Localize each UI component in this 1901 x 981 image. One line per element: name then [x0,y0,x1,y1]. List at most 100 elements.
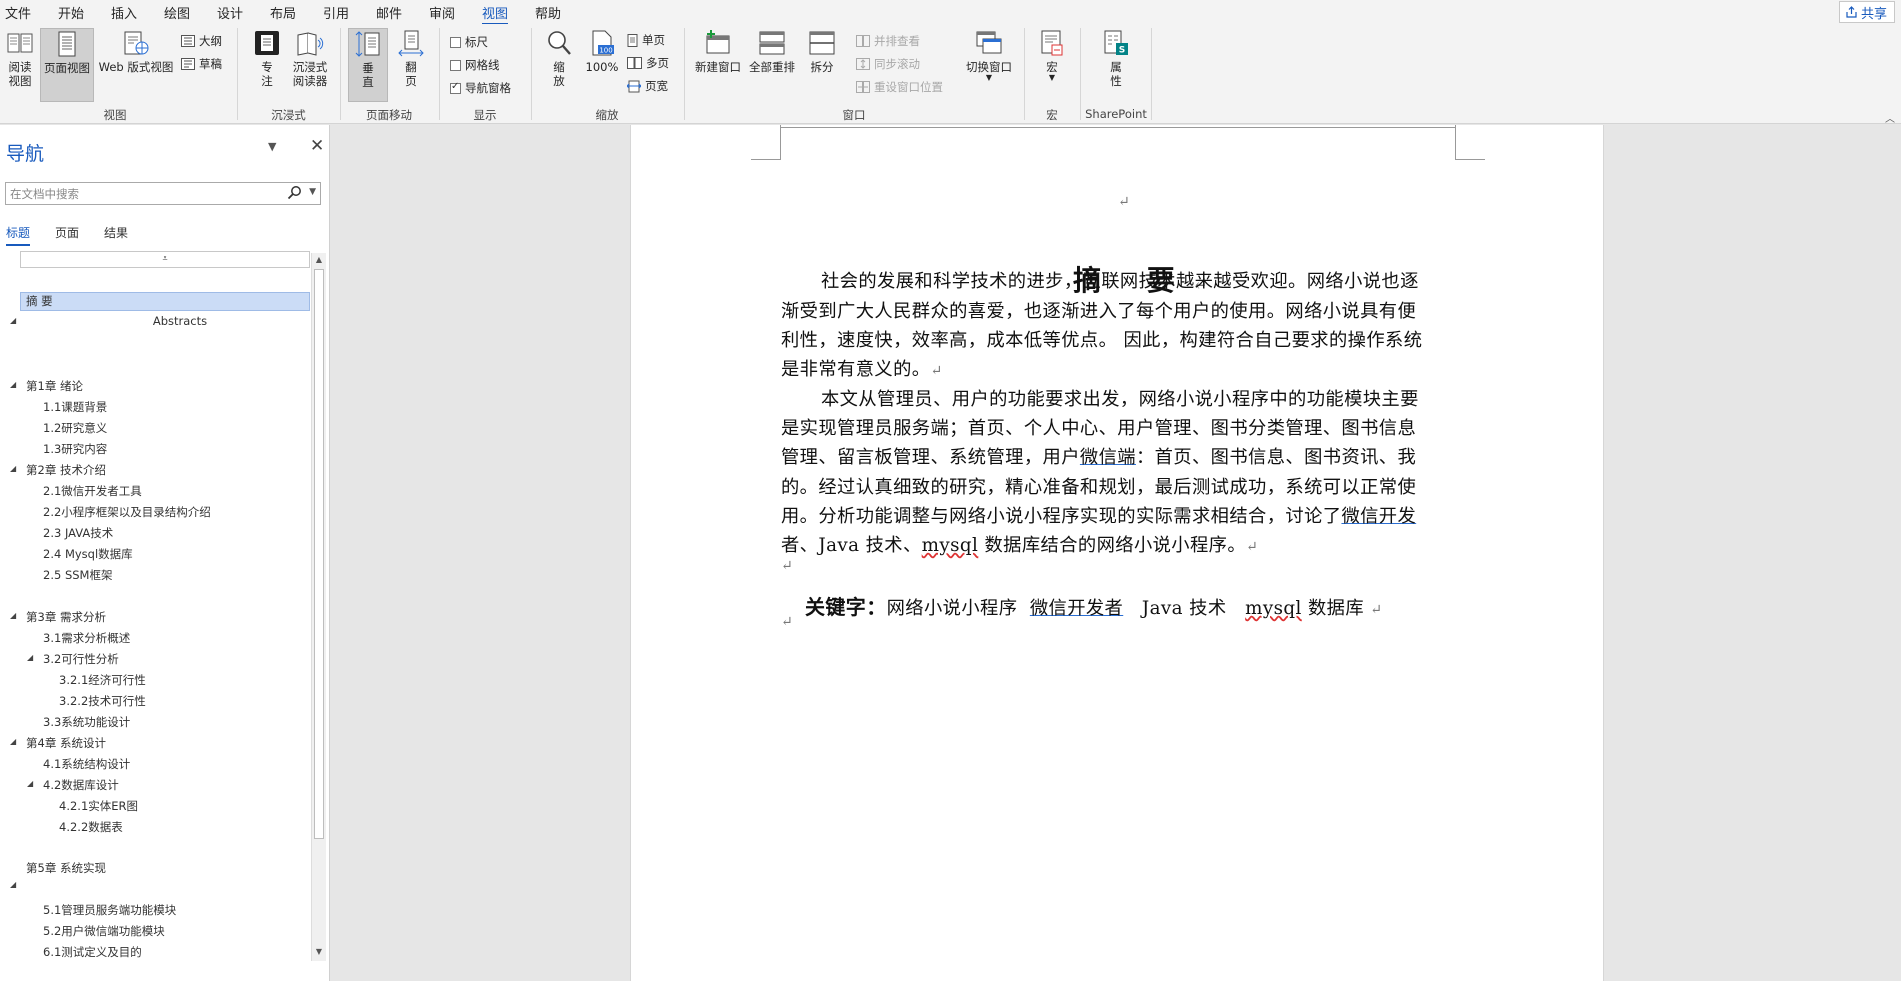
expand-triangle-icon[interactable]: ◢ [10,316,16,325]
expand-triangle-icon[interactable]: ◢ [10,611,16,620]
nav-options-icon[interactable]: ▼ [268,140,276,153]
nav-tab-results[interactable]: 结果 [104,224,128,241]
scroll-thumb[interactable] [314,269,324,839]
draft-button[interactable]: 草稿 [181,56,222,72]
collapse-ribbon-icon[interactable]: ︿ [1885,110,1895,125]
tab-home[interactable]: 开始 [58,3,84,22]
reset-window-position-button[interactable]: 重设窗口位置 [856,79,943,95]
para2-line4[interactable]: 的。经过认真细致的研究，精心准备和规划，最后测试成功，系统可以正常使 [781,473,1416,499]
side-by-side-button[interactable]: 并排查看 [856,33,920,49]
multi-page-button[interactable]: 多页 [627,55,669,71]
nav-heading-item[interactable]: 第4章 系统设计 [26,735,106,751]
tab-draw[interactable]: 绘图 [164,3,190,22]
web-layout-button[interactable]: Web 版式视图 [96,28,176,102]
split-button[interactable]: 拆分 [800,28,844,102]
one-page-button[interactable]: 单页 [627,32,665,48]
tab-help[interactable]: 帮助 [535,3,561,22]
scroll-down-icon[interactable]: ▼ [314,947,324,959]
nav-tab-headings[interactable]: 标题 [6,224,31,246]
nav-heading-item[interactable]: 5.1管理员服务端功能模块 [43,902,176,918]
nav-pane-checkbox[interactable]: 导航窗格 [450,80,511,96]
nav-heading-item[interactable]: Abstracts [0,314,320,328]
keywords-line[interactable]: 关键字：网络小说小程序 微信开发者 Java 技术 mysql 数据库 ↵ [805,591,1382,620]
zoom-button[interactable]: 缩 放 [540,28,578,102]
nav-heading-item[interactable]: 3.1需求分析概述 [43,630,130,646]
nav-heading-item[interactable]: 第1章 绪论 [26,378,83,394]
nav-heading-item[interactable]: 5.2用户微信端功能模块 [43,923,165,939]
document-page[interactable]: ↵ 摘 要↵ 社会的发展和科学技术的进步，互联网技术越来越受欢迎。网络小说也逐 … [630,125,1604,981]
tab-layout[interactable]: 布局 [270,3,296,22]
para1-line3[interactable]: 利性，速度快，效率高，成本低等优点。 因此，构建符合自己要求的操作系统 [781,326,1422,352]
nav-heading-item[interactable]: 4.1系统结构设计 [43,756,130,772]
nav-heading-item[interactable]: 3.2.2技术可行性 [59,693,146,709]
expand-triangle-icon[interactable]: ◢ [10,380,16,389]
nav-heading-item[interactable]: 3.2可行性分析 [43,651,119,667]
gridlines-check[interactable] [450,59,461,71]
tab-insert[interactable]: 插入 [111,3,137,22]
nav-heading-item[interactable]: 4.2.2数据表 [59,819,123,835]
macros-button[interactable]: 宏 ▼ [1032,28,1072,104]
properties-button[interactable]: S 属 性 [1096,28,1136,102]
nav-heading-item[interactable]: 摘 要 [20,292,310,311]
tab-view[interactable]: 视图 [482,3,509,26]
tab-mailings[interactable]: 邮件 [376,3,402,22]
nav-heading-item[interactable]: 1.3研究内容 [43,441,107,457]
nav-heading-item[interactable]: 2.5 SSM框架 [43,567,112,583]
expand-triangle-icon[interactable]: ◢ [10,737,16,746]
page-width-button[interactable]: 页宽 [627,78,668,94]
para2-line5[interactable]: 用。分析功能调整与网络小说小程序实现的实际需求相结合，讨论了微信开发 [781,502,1416,528]
para2-line1[interactable]: 本文从管理员、用户的功能要求出发，网络小说小程序中的功能模块主要 [821,385,1419,411]
side-to-side-button[interactable]: 翻 页 [391,28,431,102]
scroll-up-icon[interactable]: ▲ [314,255,324,267]
para2-line6[interactable]: 者、Java 技术、mysql 数据库结合的网络小说小程序。↵ [781,531,1258,557]
expand-triangle-icon[interactable]: ◢ [10,464,16,473]
search-dropdown-icon[interactable]: ▼ [309,187,316,197]
nav-heading-item[interactable]: 2.4 Mysql数据库 [43,546,133,562]
nav-heading-item[interactable]: 3.3系统功能设计 [43,714,130,730]
close-icon[interactable]: ✕ [310,136,324,156]
search-icon[interactable] [287,185,302,200]
gridlines-checkbox[interactable]: 网格线 [450,57,500,73]
zoom-100-button[interactable]: 100 100% [582,28,622,102]
nav-heading-item[interactable]: 4.2数据库设计 [43,777,119,793]
collapse-all-button[interactable]: ⩡ [20,251,310,268]
nav-heading-item[interactable]: 4.2.1实体ER图 [59,798,138,814]
ruler-checkbox[interactable]: 标尺 [450,34,488,50]
nav-heading-item[interactable]: 2.3 JAVA技术 [43,525,113,541]
expand-triangle-icon[interactable]: ◢ [10,880,16,889]
nav-pane-check[interactable] [450,81,461,94]
vertical-button[interactable]: 垂 直 [348,28,388,102]
nav-heading-item[interactable]: 第3章 需求分析 [26,609,106,625]
outline-button[interactable]: 大纲 [181,33,222,49]
tab-review[interactable]: 审阅 [429,3,455,22]
share-button[interactable]: 共享 [1838,1,1895,23]
new-window-button[interactable]: 新建窗口 [692,28,744,102]
nav-scrollbar[interactable]: ▲ ▼ [311,253,326,961]
para1-line2[interactable]: 渐受到广大人民群众的喜爱，也逐渐进入了每个用户的使用。网络小说具有便 [781,297,1416,323]
expand-triangle-icon[interactable]: ◢ [27,653,33,662]
read-mode-button[interactable]: 阅读 视图 [2,28,38,102]
focus-button[interactable]: 专 注 [247,28,287,102]
print-layout-button[interactable]: 页面视图 [40,28,94,102]
nav-heading-item[interactable]: 1.1课题背景 [43,399,107,415]
nav-tab-pages[interactable]: 页面 [55,224,79,241]
nav-heading-item[interactable]: 第5章 系统实现 [26,860,106,876]
immersive-reader-button[interactable]: 沉浸式 阅读器 [288,28,332,102]
switch-window-button[interactable]: 切换窗口 ▼ [962,28,1016,104]
tab-design[interactable]: 设计 [217,3,243,22]
nav-heading-item[interactable]: 6.1测试定义及目的 [43,944,142,960]
tab-file[interactable]: 文件 [5,3,31,22]
arrange-all-button[interactable]: 全部重排 [746,28,798,102]
para2-line2[interactable]: 是实现管理员服务端；首页、个人中心、用户管理、图书分类管理、图书信息 [781,414,1416,440]
expand-triangle-icon[interactable]: ◢ [27,779,33,788]
para1-line4[interactable]: 是非常有意义的。↵ [781,355,943,381]
nav-heading-item[interactable]: 3.2.1经济可行性 [59,672,146,688]
ruler-check[interactable] [450,36,461,48]
search-input[interactable] [6,183,276,204]
para2-line3[interactable]: 管理、留言板管理、系统管理，用户微信端：首页、图书信息、图书资讯、我 [781,443,1416,469]
tab-references[interactable]: 引用 [323,3,349,22]
nav-heading-item[interactable]: 2.1微信开发者工具 [43,483,142,499]
sync-scroll-button[interactable]: 同步滚动 [856,56,920,72]
nav-heading-item[interactable]: 2.2小程序框架以及目录结构介绍 [43,504,211,520]
para1-line1[interactable]: 社会的发展和科学技术的进步，互联网技术越来越受欢迎。网络小说也逐 [821,267,1419,293]
